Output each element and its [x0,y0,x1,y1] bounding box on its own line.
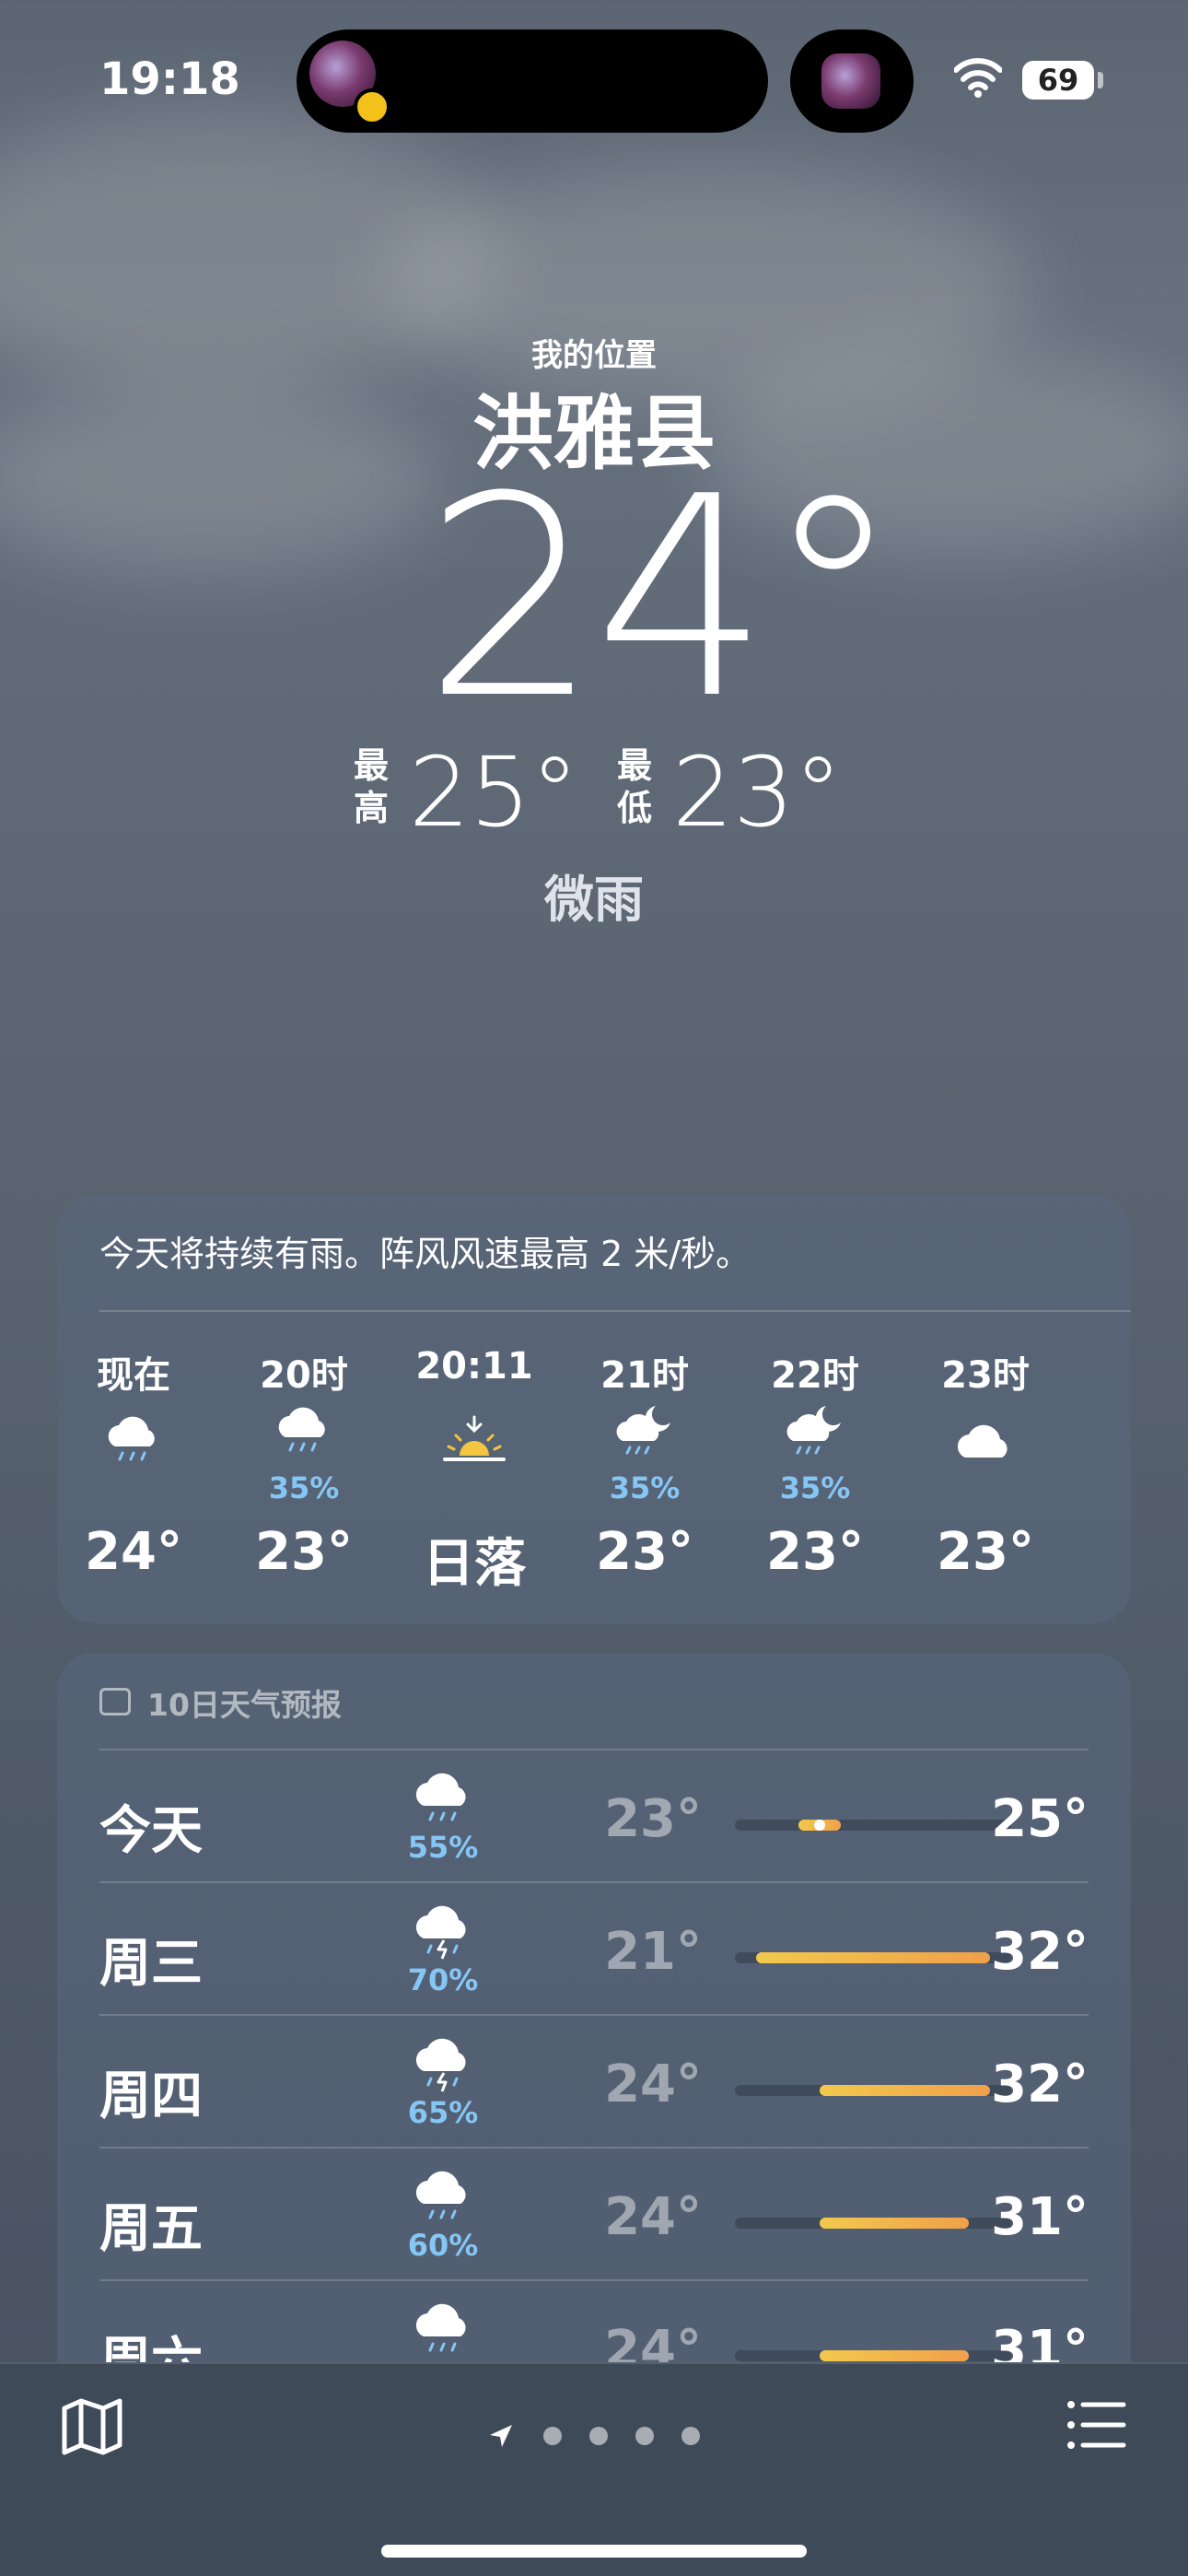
page-dot [543,2427,562,2445]
hour-temperature: 日落 [423,1534,526,1594]
hour-item: 23时 23° [916,1345,1054,1603]
rain-cloud-icon [415,1773,466,1821]
hour-temperature: 23° [937,1522,1034,1582]
hour-precip: 35% [609,1470,681,1505]
daily-row[interactable]: 今天 55% 23° 25° [99,1749,1089,1881]
daily-row[interactable]: 周四 65% 24° 32° [99,2014,1089,2147]
night-rain-icon [786,1406,841,1455]
day-high: 32° [991,2055,1089,2114]
day-high: 25° [991,1789,1089,1849]
calendar-icon [99,1688,131,1715]
weather-condition: 微雨 [544,871,644,929]
day-name: 周三 [99,1934,203,1994]
cloud-icon [957,1424,1007,1458]
hour-temperature: 23° [766,1522,864,1582]
day-name: 周四 [99,2067,203,2126]
hour-temperature: 23° [596,1522,693,1582]
status-time: 19:18 [99,53,240,105]
daily-row[interactable]: 周三 70% 21° 32° [99,1881,1089,2014]
hour-precip: 35% [268,1470,340,1505]
rain-cloud-icon [108,1416,155,1461]
hour-item: 现在 24° [64,1345,203,1603]
day-precip: 70% [407,1962,479,1997]
rain-cloud-icon [278,1407,325,1452]
hour-item: 20时 35% 23° [235,1345,373,1603]
day-high: 31° [991,2187,1089,2247]
page-dot [589,2427,608,2445]
home-indicator[interactable] [381,2545,807,2558]
bottom-toolbar [0,2362,1188,2576]
battery-tip [1098,72,1103,88]
page-dot [681,2427,700,2445]
battery-level: 69 [1037,63,1079,98]
hour-temperature: 23° [255,1522,353,1582]
hour-temperature: 24° [85,1522,182,1582]
map-icon[interactable] [61,2397,123,2456]
hour-label: 20时 [260,1354,348,1397]
day-precip: 60% [407,2228,479,2263]
hour-label: 21时 [600,1354,689,1397]
rain-cloud-icon [415,2303,466,2352]
day-name: 今天 [99,1801,203,1861]
wifi-icon [954,58,1002,98]
day-low: 23° [604,1789,702,1849]
battery-indicator: 69 [1022,61,1094,100]
rain-cloud-icon [415,2171,466,2219]
thunderstorm-icon [415,1905,466,1960]
list-icon[interactable] [1066,2397,1127,2453]
dynamic-island-secondary[interactable] [790,29,914,133]
hour-item: 20:11 日落 [405,1345,543,1603]
daily-forecast-title: 10日天气预报 [147,1687,342,1723]
high-value: 25° [409,736,579,849]
hour-label: 现在 [97,1354,170,1397]
location-arrow-icon [490,2425,512,2447]
hourly-forecast-card[interactable]: 今天将持续有雨。阵风风速最高 2 米/秒。 现在 24° 20时 35% 23°… [57,1196,1131,1623]
hour-precip: 35% [779,1470,851,1505]
day-precip: 65% [407,2095,479,2130]
high-label: 最高 [354,745,390,828]
card-divider [99,1310,1131,1312]
status-bar: 19:18 69 [0,0,1188,147]
day-low: 21° [604,1922,702,1982]
night-rain-icon [616,1406,670,1455]
day-precip: 55% [407,1830,479,1865]
hour-label: 20:11 [415,1345,533,1388]
sunset-icon [443,1415,506,1461]
page-dot [635,2427,654,2445]
daily-row[interactable]: 周五 60% 24° 31° [99,2147,1089,2279]
hour-item: 21时 35% 23° [576,1345,714,1603]
day-high: 32° [991,1922,1089,1982]
forecast-summary: 今天将持续有雨。阵风风速最高 2 米/秒。 [99,1234,751,1274]
current-temperature: 24° [424,438,903,759]
thunderstorm-icon [415,2038,466,2092]
low-label: 最低 [617,745,653,828]
day-name: 周五 [99,2199,203,2259]
hour-label: 22时 [771,1354,859,1397]
hour-label: 23时 [941,1354,1030,1397]
low-value: 23° [672,736,843,849]
day-low: 24° [604,2187,702,2247]
qq-music-badge-icon [354,88,390,125]
music-artwork-small-icon [821,53,880,109]
day-low: 24° [604,2055,702,2114]
hour-item: 22时 35% 23° [746,1345,884,1603]
